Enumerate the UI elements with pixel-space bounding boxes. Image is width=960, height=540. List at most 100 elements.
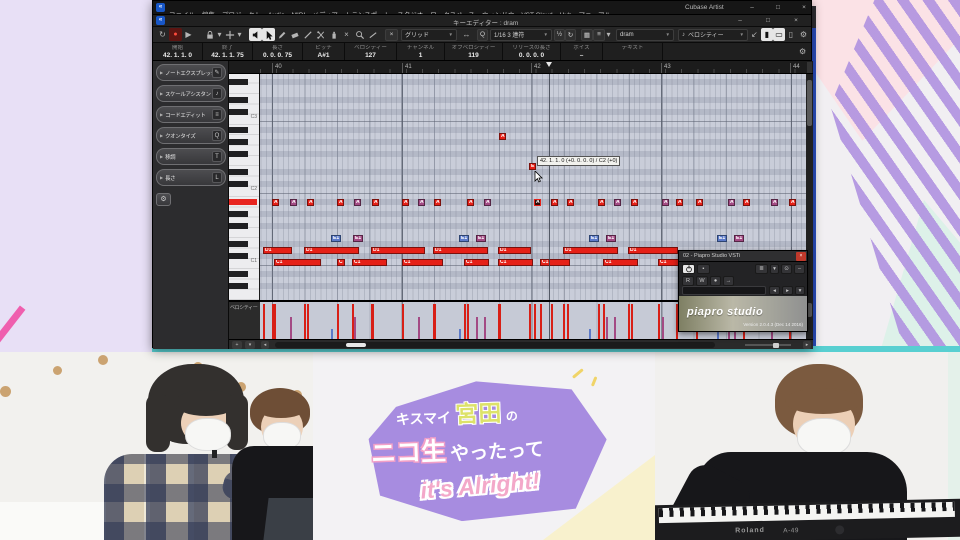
split-tool[interactable] (314, 28, 327, 41)
info-field[interactable]: テキスト (603, 43, 663, 60)
highlighted-key-a#1[interactable] (229, 199, 257, 205)
inspector-section[interactable]: ▶ 長さ L (156, 169, 226, 186)
zoom-tool[interactable] (353, 28, 366, 41)
velocity-bar[interactable] (290, 317, 292, 339)
velocity-bar[interactable] (274, 304, 276, 339)
black-key[interactable] (229, 211, 248, 217)
horizontal-scrollbar[interactable] (275, 342, 715, 348)
editor-close-button[interactable]: × (785, 15, 807, 26)
maximize-button[interactable]: □ (767, 2, 789, 13)
piapro-next-preset-icon[interactable]: ▸ (782, 286, 793, 295)
midi-note[interactable]: A (372, 199, 379, 206)
controller-lane-header[interactable]: ベロシティー (229, 300, 260, 339)
midi-note[interactable]: D1 (628, 247, 678, 254)
midi-note[interactable]: A (402, 199, 409, 206)
velocity-bar[interactable] (589, 329, 591, 339)
velocity-bar[interactable] (540, 304, 542, 339)
piapro-lock-button[interactable]: – (794, 264, 805, 274)
midi-note[interactable]: D1 (263, 247, 292, 254)
midi-note[interactable]: E1 (606, 235, 616, 242)
velocity-bar[interactable] (484, 317, 486, 339)
left-zone-icon[interactable]: ↙ (748, 28, 761, 41)
midi-note-dragged[interactable]: E (529, 163, 536, 170)
object-selection-tool[interactable] (262, 28, 275, 41)
piapro-bypass-button[interactable]: ▪ (697, 264, 710, 274)
editor-maximize-button[interactable]: □ (757, 15, 779, 26)
midi-note[interactable]: A (272, 199, 279, 206)
black-key[interactable] (229, 169, 248, 175)
window-zone-left-button[interactable]: ▮ (761, 28, 773, 41)
glue-tool[interactable] (327, 28, 340, 41)
info-field[interactable]: ボイス – (561, 43, 603, 60)
midi-note[interactable]: D1 (563, 247, 618, 254)
info-field[interactable]: 終了 42. 1. 1. 75 (203, 43, 253, 60)
velocity-bar[interactable] (459, 329, 461, 339)
input-dropdown-icon[interactable]: ▾ (605, 28, 612, 41)
velocity-bar[interactable] (352, 304, 354, 339)
midi-note[interactable]: D1 (304, 247, 359, 254)
midi-note[interactable]: D1 (371, 247, 425, 254)
horizontal-scrollbar-thumb[interactable] (346, 343, 366, 347)
midi-note[interactable]: C1 (274, 259, 321, 266)
midi-note[interactable]: A (789, 199, 796, 206)
piapro-activate-button[interactable] (682, 264, 695, 274)
piapro-ab-button[interactable]: ⊙ (781, 264, 792, 274)
black-key[interactable] (229, 109, 248, 115)
midi-note[interactable]: A (307, 199, 314, 206)
trim-tool[interactable] (301, 28, 314, 41)
inspector-section[interactable]: ▶ スケールアシスタント ♪ (156, 85, 226, 102)
piapro-preset-field[interactable] (682, 286, 766, 295)
piapro-preset-dropdown-icon[interactable]: ▾ (795, 286, 805, 295)
midi-note[interactable]: A (467, 199, 474, 206)
quantize-value-dropdown[interactable]: 1/16 3 連符 ▼ (490, 28, 552, 41)
black-key[interactable] (229, 127, 248, 133)
velocity-bar[interactable] (603, 304, 605, 339)
piapro-dropdown-icon[interactable]: ▾ (770, 264, 779, 274)
midi-note[interactable]: A (434, 199, 441, 206)
info-field[interactable]: オフベロシティー 119 (445, 43, 503, 60)
midi-note[interactable]: D1 (433, 247, 488, 254)
midi-note[interactable]: A (614, 199, 621, 206)
midi-note[interactable]: E1 (353, 235, 363, 242)
vertical-scrollbar-thumb[interactable] (807, 80, 812, 126)
velocity-bar[interactable] (631, 304, 633, 339)
erase-tool[interactable] (288, 28, 301, 41)
black-key[interactable] (229, 223, 248, 229)
playhead-marker[interactable] (546, 62, 552, 67)
info-field[interactable]: 開始 42. 1. 1. 0 (153, 43, 203, 60)
zoom-in-icon[interactable]: ▸ (803, 341, 811, 349)
velocity-bar[interactable] (614, 317, 616, 339)
black-key[interactable] (229, 283, 248, 289)
black-key[interactable] (229, 139, 248, 145)
piapro-write-button[interactable]: W (696, 276, 708, 286)
autoscroll-dropdown-icon[interactable]: ▾ (236, 28, 243, 41)
step-input-icon[interactable]: ▦ (581, 28, 593, 41)
inspector-section[interactable]: ▶ コードエディット ≡ (156, 106, 226, 123)
midi-note[interactable]: A (743, 199, 750, 206)
velocity-bar[interactable] (304, 304, 306, 339)
info-field[interactable]: 長さ 0. 0. 0. 75 (253, 43, 303, 60)
midi-note[interactable]: A (631, 199, 638, 206)
midi-note[interactable]: C1 (603, 259, 638, 266)
velocity-bar[interactable] (464, 304, 466, 339)
midi-note[interactable]: A (676, 199, 683, 206)
velocity-bar[interactable] (402, 304, 404, 339)
close-button[interactable]: × (793, 2, 815, 13)
line-tool[interactable] (366, 28, 379, 41)
part-list-dropdown[interactable]: dram ▼ (616, 28, 674, 41)
quantize-lengths-icon[interactable]: ½ (554, 28, 565, 41)
nudge-icon[interactable]: ↔ (460, 28, 473, 41)
midi-note[interactable]: A (499, 133, 506, 140)
black-key[interactable] (229, 97, 248, 103)
midi-note[interactable]: E1 (589, 235, 599, 242)
piapro-read-button[interactable]: R (682, 276, 694, 286)
midi-note[interactable]: C1 (658, 259, 679, 266)
black-key[interactable] (229, 271, 248, 277)
velocity-bar[interactable] (433, 304, 435, 339)
midi-note[interactable]: E1 (476, 235, 486, 242)
velocity-bar[interactable] (563, 304, 565, 339)
velocity-bar[interactable] (662, 317, 664, 339)
timeline-ruler[interactable]: 40 41 42 43 44 (229, 61, 813, 74)
autoscroll-icon[interactable] (223, 28, 236, 41)
mute-tool[interactable]: × (340, 28, 353, 41)
